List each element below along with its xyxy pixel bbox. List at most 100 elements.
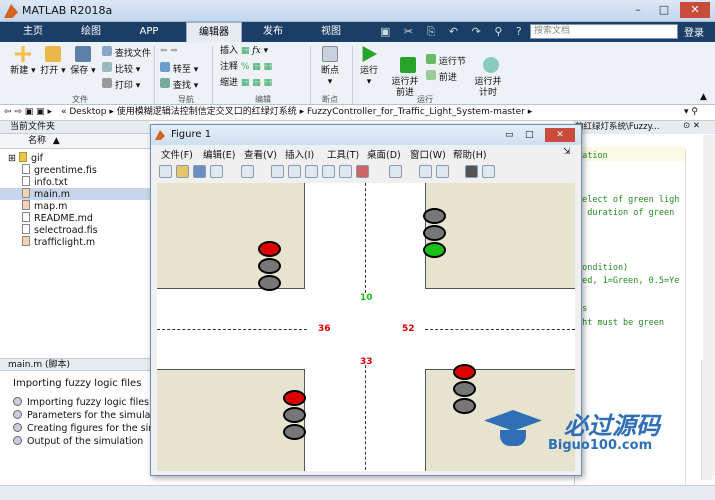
block-northeast bbox=[425, 183, 575, 289]
workspace-scrollbar[interactable] bbox=[701, 360, 713, 480]
insert-button[interactable]: 插入 ▦ fx ▾ bbox=[220, 46, 268, 57]
list-item[interactable]: selectroad.fis bbox=[22, 224, 98, 236]
details-item[interactable]: Parameters for the simulatio bbox=[13, 410, 163, 421]
colorbar-icon[interactable] bbox=[418, 165, 432, 178]
details-item[interactable]: Output of the simulation bbox=[13, 436, 143, 447]
light-ne-green bbox=[423, 242, 446, 258]
run-advance-button[interactable]: 运行并 前进 bbox=[390, 46, 420, 99]
run-section-button[interactable]: 运行节 bbox=[426, 54, 466, 68]
tab-apps[interactable]: APP bbox=[124, 22, 174, 42]
breadcrumb-project[interactable]: 使用模糊逻辑法控制信定交叉口的红绿灯系统 bbox=[117, 107, 297, 117]
pointer-icon[interactable] bbox=[241, 165, 255, 178]
goto-button[interactable]: 转至 ▾ bbox=[160, 62, 198, 76]
login-link[interactable]: 登录 bbox=[684, 24, 704, 39]
count-west: 36 bbox=[318, 324, 331, 334]
new-button[interactable]: 新建 ▾ bbox=[10, 46, 36, 77]
m-file-icon bbox=[22, 200, 30, 210]
print-icon[interactable] bbox=[210, 165, 223, 178]
find-icon bbox=[160, 78, 170, 88]
breakpoint-icon bbox=[322, 46, 338, 62]
zoom-in-icon[interactable] bbox=[270, 165, 284, 178]
list-item[interactable]: README.md bbox=[22, 212, 93, 224]
comment-button[interactable]: 注释 % ▦ ▦ bbox=[220, 62, 272, 73]
details-item[interactable]: Importing fuzzy logic files bbox=[13, 397, 149, 408]
minimize-button[interactable]: – bbox=[627, 2, 649, 18]
search-icon[interactable]: ⚲ bbox=[666, 26, 673, 36]
open-button[interactable]: 打开 ▾ bbox=[40, 46, 66, 77]
menu-insert[interactable]: 插入(I) bbox=[285, 147, 314, 161]
new-figure-icon[interactable] bbox=[159, 165, 172, 178]
list-item[interactable]: info.txt bbox=[22, 176, 68, 188]
advance-button[interactable]: 前进 bbox=[426, 70, 457, 84]
rotate-icon[interactable] bbox=[321, 165, 335, 178]
details-item[interactable]: Creating figures for the sim bbox=[13, 423, 158, 434]
editor-window-controls[interactable]: ⊙ ✕ bbox=[683, 121, 715, 134]
indent-button[interactable]: 缩进 ▦ ▦ ▦ bbox=[220, 78, 272, 89]
open-icon[interactable] bbox=[176, 165, 189, 178]
menu-window[interactable]: 窗口(W) bbox=[410, 147, 446, 161]
compare-button[interactable]: 比较 ▾ bbox=[102, 62, 140, 76]
light-ne-yellow bbox=[423, 225, 446, 241]
menu-dock-icon[interactable]: ⇲ bbox=[563, 147, 571, 157]
tab-view[interactable]: 视图 bbox=[306, 22, 356, 42]
advance-icon bbox=[426, 70, 436, 80]
find-button[interactable]: 查找 ▾ bbox=[160, 78, 198, 92]
maximize-button[interactable]: □ bbox=[653, 2, 675, 18]
printer-icon bbox=[102, 78, 112, 88]
figure-toolbar[interactable] bbox=[157, 163, 575, 181]
run-time-button[interactable]: 运行并 计时 bbox=[472, 46, 504, 99]
tab-home[interactable]: 主页 bbox=[8, 22, 58, 42]
list-item[interactable]: map.m bbox=[22, 200, 67, 212]
save-icon[interactable] bbox=[193, 165, 206, 178]
list-item[interactable]: trafficlight.m bbox=[22, 236, 95, 248]
pan-icon[interactable] bbox=[304, 165, 318, 178]
code-line: condition) bbox=[577, 263, 629, 273]
save-button[interactable]: 保存 ▾ bbox=[70, 46, 96, 77]
close-button[interactable]: ✕ bbox=[680, 2, 710, 18]
print-button[interactable]: 打印 ▾ bbox=[102, 78, 140, 92]
figure-maximize-button[interactable]: □ bbox=[525, 125, 534, 145]
figure-title-bar[interactable]: Figure 1 ▭ □ ✕ bbox=[151, 125, 581, 145]
list-item-selected[interactable]: main.m bbox=[0, 188, 150, 200]
quick-access-toolbar[interactable]: ▣ ✂ ⎘ ↶ ↷ ⚲ ? bbox=[380, 25, 527, 39]
link-icon[interactable] bbox=[389, 165, 403, 178]
figure-minimize-button[interactable]: ▭ bbox=[505, 125, 514, 145]
tab-publish[interactable]: 发布 bbox=[248, 22, 298, 42]
menu-view[interactable]: 查看(V) bbox=[244, 147, 277, 161]
tab-editor[interactable]: 编辑器 bbox=[186, 22, 242, 42]
brush-icon[interactable] bbox=[355, 165, 369, 178]
breadcrumb-folder[interactable]: FuzzyController_for_Traffic_Light_System… bbox=[307, 107, 525, 117]
legend-icon[interactable] bbox=[435, 165, 449, 178]
menu-tools[interactable]: 工具(T) bbox=[327, 147, 359, 161]
breadcrumb-desktop[interactable]: Desktop bbox=[69, 107, 106, 117]
address-bar[interactable]: ⇦ ⇨ ▣ ▣ ▸ « Desktop ▸ 使用模糊逻辑法控制信定交叉口的红绿灯… bbox=[0, 105, 715, 121]
status-bar bbox=[0, 485, 715, 500]
find-files-button[interactable]: 查找文件 bbox=[102, 46, 151, 60]
floppy-icon bbox=[75, 46, 91, 62]
breakpoints-button[interactable]: 断点 ▾ bbox=[316, 46, 344, 88]
run-button[interactable]: 运行 ▾ bbox=[356, 46, 382, 88]
hide-plot-tools-icon[interactable] bbox=[464, 165, 478, 178]
menu-file[interactable]: 文件(F) bbox=[161, 147, 193, 161]
search-input[interactable]: 搜索文档 bbox=[530, 24, 678, 39]
address-nav-icons[interactable]: ⇦ ⇨ ▣ ▣ ▸ bbox=[4, 107, 52, 117]
menu-help[interactable]: 帮助(H) bbox=[453, 147, 487, 161]
data-cursor-icon[interactable] bbox=[338, 165, 352, 178]
zoom-out-icon[interactable] bbox=[287, 165, 301, 178]
group-edit-label: 编辑 bbox=[255, 95, 271, 104]
show-plot-tools-icon[interactable] bbox=[481, 165, 495, 178]
tab-plots[interactable]: 绘图 bbox=[66, 22, 116, 42]
address-dropdown[interactable]: ▾ ⚲ bbox=[684, 105, 698, 120]
collapse-ribbon-button[interactable]: ▲ bbox=[700, 92, 707, 102]
nav-arrows[interactable]: ⬅ ➡ bbox=[160, 46, 178, 57]
code-line: ked, 1=Green, 0.5=Ye bbox=[577, 276, 680, 286]
light-se-yellow bbox=[453, 381, 476, 397]
figure-close-button[interactable]: ✕ bbox=[545, 128, 575, 142]
menu-desktop[interactable]: 桌面(D) bbox=[367, 147, 401, 161]
file-icon bbox=[22, 176, 30, 186]
details-title: Importing fuzzy logic files bbox=[13, 378, 142, 389]
list-item[interactable]: greentime.fis bbox=[22, 164, 97, 176]
name-column-header[interactable]: 名称 ▲ bbox=[0, 134, 150, 149]
list-item[interactable]: ⊞ gif bbox=[8, 152, 43, 164]
menu-edit[interactable]: 编辑(E) bbox=[203, 147, 235, 161]
